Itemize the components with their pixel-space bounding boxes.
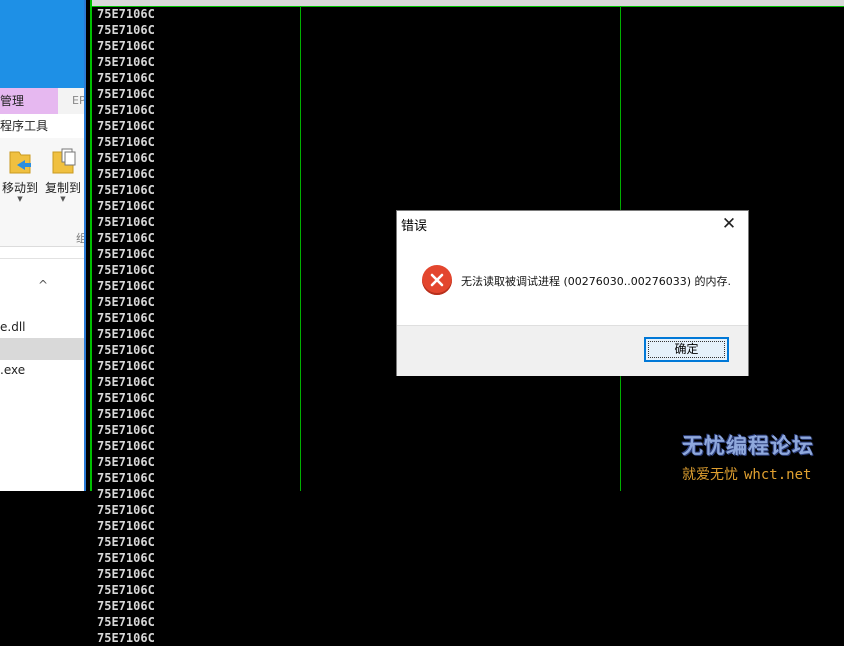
copy-to-label: 复制到: [44, 181, 81, 195]
address-row[interactable]: 75E7106C: [97, 198, 155, 214]
address-row[interactable]: 75E7106C: [97, 214, 155, 230]
watermark-slogan: 就爱无忧: [682, 467, 738, 483]
dialog-title: 错误: [401, 219, 428, 234]
address-row[interactable]: 75E7106C: [97, 614, 155, 630]
close-icon[interactable]: ✕: [716, 213, 742, 235]
copy-to-button[interactable]: 复制到 ▼: [43, 146, 83, 203]
file-item[interactable]: e.dll: [0, 316, 86, 338]
column-divider: [300, 6, 301, 491]
tab-manage[interactable]: 管理: [0, 88, 58, 114]
address-row[interactable]: 75E7106C: [97, 166, 155, 182]
address-row[interactable]: 75E7106C: [97, 6, 155, 22]
address-row[interactable]: 75E7106C: [97, 150, 155, 166]
address-row[interactable]: 75E7106C: [97, 326, 155, 342]
address-row[interactable]: 75E7106C: [97, 102, 155, 118]
chevron-down-icon: ▼: [17, 195, 23, 203]
file-explorer-window: 管理 EP 程序工具 移动到 ▼ 复制到 ▼ 组 ^ e.dll .exe: [0, 0, 86, 491]
address-row[interactable]: 75E7106C: [97, 294, 155, 310]
address-row[interactable]: 75E7106C: [97, 70, 155, 86]
window-border: [84, 0, 86, 491]
move-to-label: 移动到: [1, 181, 38, 195]
file-item-selected[interactable]: [0, 338, 86, 360]
ok-button[interactable]: 确定: [644, 337, 729, 362]
watermark-subtitle: 就爱无忧 whct.net: [682, 464, 814, 484]
divider: [0, 258, 86, 259]
watermark-url: whct.net: [744, 467, 812, 483]
address-row[interactable]: 75E7106C: [97, 230, 155, 246]
watermark-title: 无忧编程论坛: [682, 433, 814, 458]
error-icon: [422, 265, 452, 295]
address-row[interactable]: 75E7106C: [97, 566, 155, 582]
address-row[interactable]: 75E7106C: [97, 422, 155, 438]
address-row[interactable]: 75E7106C: [97, 502, 155, 518]
column-header-bar[interactable]: [92, 0, 844, 7]
address-row[interactable]: 75E7106C: [97, 278, 155, 294]
address-row[interactable]: 75E7106C: [97, 246, 155, 262]
copy-to-icon: [50, 146, 76, 176]
address-row[interactable]: 75E7106C: [97, 550, 155, 566]
sort-up-icon[interactable]: ^: [38, 278, 48, 292]
address-row[interactable]: 75E7106C: [97, 486, 155, 502]
address-row[interactable]: 75E7106C: [97, 22, 155, 38]
address-row[interactable]: 75E7106C: [97, 598, 155, 614]
watermark: 无忧编程论坛 就爱无忧 whct.net: [682, 430, 814, 484]
address-row[interactable]: 75E7106C: [97, 582, 155, 598]
address-row[interactable]: 75E7106C: [97, 534, 155, 550]
address-row[interactable]: 75E7106C: [97, 86, 155, 102]
error-dialog: 错误 ✕ 无法读取被调试进程 (00276030..00276033) 的内存.…: [396, 210, 749, 376]
move-to-button[interactable]: 移动到 ▼: [0, 146, 40, 203]
address-row[interactable]: 75E7106C: [97, 390, 155, 406]
address-row[interactable]: 75E7106C: [97, 374, 155, 390]
address-row[interactable]: 75E7106C: [97, 438, 155, 454]
address-row[interactable]: 75E7106C: [97, 470, 155, 486]
address-row[interactable]: 75E7106C: [97, 358, 155, 374]
address-row[interactable]: 75E7106C: [97, 310, 155, 326]
dialog-footer: 确定: [397, 325, 748, 376]
address-row[interactable]: 75E7106C: [97, 134, 155, 150]
address-row[interactable]: 75E7106C: [97, 342, 155, 358]
address-row[interactable]: 75E7106C: [97, 630, 155, 646]
tab-ep[interactable]: EP: [58, 88, 86, 114]
address-row[interactable]: 75E7106C: [97, 182, 155, 198]
file-item[interactable]: .exe: [0, 359, 86, 381]
window-title-bar: [0, 0, 86, 88]
address-row[interactable]: 75E7106C: [97, 118, 155, 134]
chevron-down-icon: ▼: [60, 195, 66, 203]
address-row[interactable]: 75E7106C: [97, 518, 155, 534]
address-row[interactable]: 75E7106C: [97, 406, 155, 422]
address-row[interactable]: 75E7106C: [97, 38, 155, 54]
ribbon: 移动到 ▼ 复制到 ▼ 组: [0, 138, 86, 247]
address-row[interactable]: 75E7106C: [97, 454, 155, 470]
error-message: 无法读取被调试进程 (00276030..00276033) 的内存.: [461, 275, 732, 288]
address-row[interactable]: 75E7106C: [97, 262, 155, 278]
address-column: 75E7106C 75E7106C 75E7106C 75E7106C 75E7106C…: [97, 6, 155, 646]
move-to-icon: [7, 146, 33, 176]
address-row[interactable]: 75E7106C: [97, 54, 155, 70]
tab-app-tools[interactable]: 程序工具: [0, 114, 58, 140]
